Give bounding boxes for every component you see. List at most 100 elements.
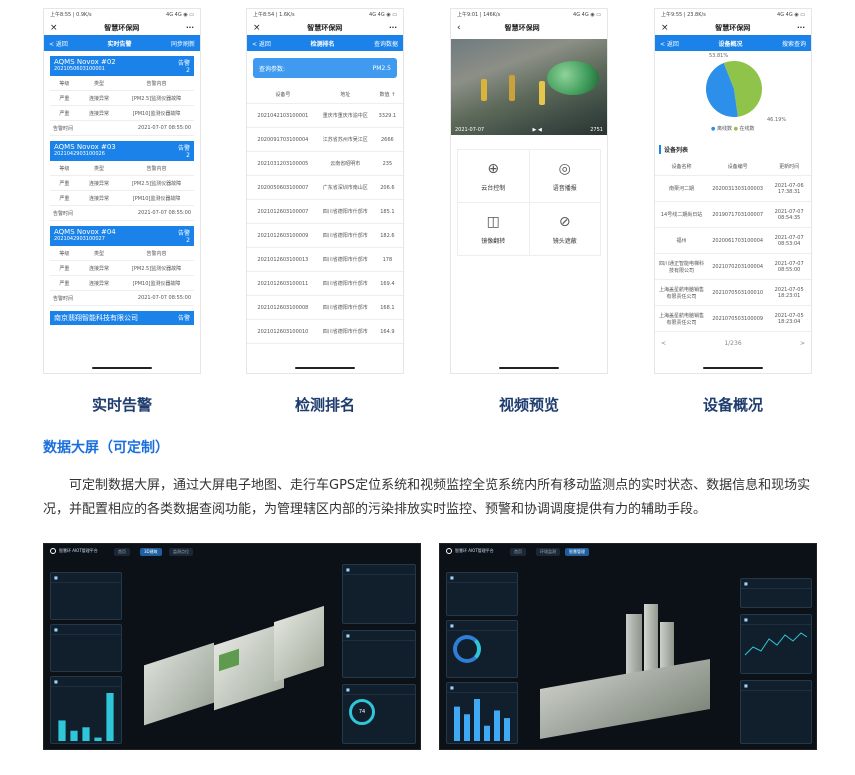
stats-panel: ■ [342, 630, 416, 678]
table-row[interactable]: 四川通正智能电梯科技有限公司 2021070203100004 2021-07-07… [655, 254, 811, 280]
table-cell: 2021-07-05 18:23:01 [774, 286, 804, 299]
device-name: AQMS Novox #03 [54, 143, 116, 151]
more-icon[interactable]: ··· [389, 24, 397, 32]
alarm-card[interactable]: AQMS Novox #04 2021042903100027 告警 2 等级 类型 告警内… [50, 226, 194, 306]
query-param-box[interactable]: 查询参数: PM2.5 [253, 58, 397, 78]
back-button[interactable]: < 返回 [49, 39, 68, 48]
table-row[interactable]: 2021012603100013 四川省德阳市什邡市 178 [247, 248, 403, 272]
table-cell: 连接异常 [88, 110, 109, 117]
table-cell: [PM10]监测仪器故障 [132, 110, 181, 117]
table-cell: 四川省德阳市什邡市 [322, 305, 368, 311]
table-row[interactable]: 2021012603100007 四川省德阳市什邡市 185.1 [247, 200, 403, 224]
table-row: 等级 类型 告警内容 [50, 161, 194, 176]
play-icon[interactable]: ▶ ◀ [533, 127, 542, 133]
section-paragraph: 可定制数据大屏，通过大屏电子地图、走行车GPS定位系统和视频监控全览系统内所有移… [43, 478, 811, 517]
table-row[interactable]: 2020091703100004 江苏省苏州市吴江区 2666 [247, 128, 403, 152]
table-cell: 2019071703100007 [712, 211, 764, 218]
app-title: 智慧环保网 [504, 23, 540, 32]
chart-bar [94, 737, 102, 741]
alarm-card-header: AQMS Novox #02 2021050603100001 告警 2 [50, 56, 194, 76]
close-icon[interactable]: × [253, 23, 261, 33]
table-row[interactable]: 福州 2020061703100004 2021-07-07 08:53:04 [655, 228, 811, 254]
nav-bar: < 返回 检测排名 查询数据 [247, 35, 403, 51]
table-row[interactable]: 2021012603100008 四川省德阳市什邡市 168.1 [247, 296, 403, 320]
table-row: 严重 连接异常 [PM2.5]监测仪器故障 [50, 261, 194, 276]
alarm-count: 2 [186, 67, 190, 74]
alarm-badge: 告警 [177, 145, 190, 152]
title-bar: × 智慧环保网 ··· [247, 20, 403, 35]
back-button[interactable]: < 返回 [252, 39, 271, 48]
table-cell: 2020031303100003 [712, 185, 764, 192]
next-page-button[interactable]: > [800, 340, 805, 347]
stats-panel: ■ [740, 578, 812, 608]
mirror-flip-icon: ◫ [486, 213, 500, 230]
dash-tab[interactable]: 首页 [114, 548, 130, 556]
table-row[interactable]: 14号线二期尚日站 2019071703100007 2021-07-07 08:5… [655, 202, 811, 228]
home-indicator [703, 367, 763, 369]
query-data-button[interactable]: 查询数据 [374, 39, 398, 48]
prev-page-button[interactable]: < [661, 340, 666, 347]
table-cell: 14号线二期尚日站 [660, 212, 703, 218]
device-code: 2021050603100001 [54, 66, 105, 72]
table-cell: 168.1 [380, 304, 395, 311]
column-header: 设备名称 [671, 164, 692, 170]
table-cell: 185.1 [380, 208, 395, 215]
dashboard-screen-2: 智慧环 AIOT管理平台 首页 环境监测 智慧管理 ■ ■ ■ ■ ■ ■ [439, 543, 817, 750]
chart-bar [484, 725, 490, 741]
table-cell: 2021012603100009 [257, 232, 309, 239]
table-row: 等级 类型 告警内容 [50, 246, 194, 261]
search-query-button[interactable]: 搜索查询 [782, 39, 806, 48]
control-button[interactable]: ◎ 语音播报 [529, 150, 600, 202]
close-icon[interactable]: × [50, 23, 58, 33]
more-icon[interactable]: ··· [186, 24, 194, 32]
table-row: 严重 连接异常 [PM2.5]监测仪器故障 [50, 91, 194, 106]
dash-tab[interactable]: 首页 [510, 548, 526, 556]
back-button[interactable]: < 返回 [660, 39, 679, 48]
alarm-count: 2 [186, 152, 190, 159]
close-icon[interactable]: × [661, 23, 669, 33]
dash-tab[interactable]: 智慧管理 [565, 548, 589, 556]
table-row[interactable]: 2021042103100001 重庆市重庆市渝中区 3329.1 [247, 104, 403, 128]
status-bar: 上午8:54 | 1.6K/s 4G 4G ◉ ▭ [253, 11, 397, 19]
table-row[interactable]: 2021031203100005 云南省昭明市 235 [247, 152, 403, 176]
table-cell: 2021-07-07 08:55:00 [774, 260, 804, 273]
control-button[interactable]: ⊕ 云台控制 [458, 150, 529, 202]
table-row[interactable]: 上海盖星航电脑销售有限责任公司 2021070503100009 2021-07-0… [655, 306, 811, 332]
control-button[interactable]: ⊘ 镜头遮蔽 [529, 203, 600, 255]
table-row[interactable]: 2021012603100011 四川省德阳市什邡市 169.4 [247, 272, 403, 296]
pie-label-online: 46.19% [767, 117, 787, 123]
dash-tab[interactable]: 3D建筑 [140, 548, 162, 556]
table-row[interactable]: 2021012603100010 四川省德阳市什邡市 164.9 [247, 320, 403, 344]
table-cell: 2020061703100004 [712, 237, 764, 244]
table-cell: 连接异常 [88, 95, 109, 102]
table-row[interactable]: 2020050603100007 广东省深圳市南山区 206.6 [247, 176, 403, 200]
table-cell: 严重 [59, 265, 70, 272]
table-cell: 告警内容 [146, 80, 167, 87]
table-row[interactable]: 南栗河二期 2020031303100003 2021-07-06 17:38:31 [655, 176, 811, 202]
device-name: AQMS Novox #04 [54, 228, 116, 236]
table-row[interactable]: 上海盖星航电脑销售有限责任公司 2021070503100010 2021-07-0… [655, 280, 811, 306]
construction-pipe [547, 61, 599, 95]
alarm-card[interactable]: AQMS Novox #03 2021042903100026 告警 2 等级 类型 告警内… [50, 141, 194, 221]
phone-device-overview: 上午9:55 | 23.8K/s 4G 4G ◉ ▭ × 智慧环保网 ··· < 返回… [654, 8, 812, 374]
dash-tab[interactable]: 环境监测 [536, 548, 560, 556]
table-row[interactable]: 2021012603100009 四川省德阳市什邡市 182.6 [247, 224, 403, 248]
table-cell: 2021-07-07 08:53:04 [774, 234, 804, 247]
control-button[interactable]: ◫ 镜像翻转 [458, 203, 529, 255]
dash-tab[interactable]: 监测点位 [169, 548, 193, 556]
table-cell: 等级 [59, 80, 70, 87]
video-player[interactable]: 2021-07-07 ▶ ◀ 2751 [451, 39, 607, 135]
alarm-card[interactable]: 南京翡翔智能科技有限公司 告警 [50, 311, 194, 325]
table-cell: 178 [382, 256, 393, 263]
table-cell: 2021012603100011 [257, 280, 309, 287]
table-cell: 连接异常 [88, 265, 109, 272]
table-cell: 四川通正智能电梯科技有限公司 [659, 260, 705, 274]
table-cell: 2021-07-06 17:38:31 [774, 182, 804, 195]
nav-title: 设备概况 [718, 40, 743, 48]
sync-refresh-button[interactable]: 同步刷新 [171, 39, 195, 48]
more-icon[interactable]: ··· [797, 24, 805, 32]
back-icon[interactable]: ‹ [457, 23, 461, 33]
table-cell: 上海盖星航电脑销售有限责任公司 [659, 312, 705, 326]
alarm-card[interactable]: AQMS Novox #02 2021050603100001 告警 2 等级 类型 告警内… [50, 56, 194, 136]
chart-bar [474, 699, 480, 741]
